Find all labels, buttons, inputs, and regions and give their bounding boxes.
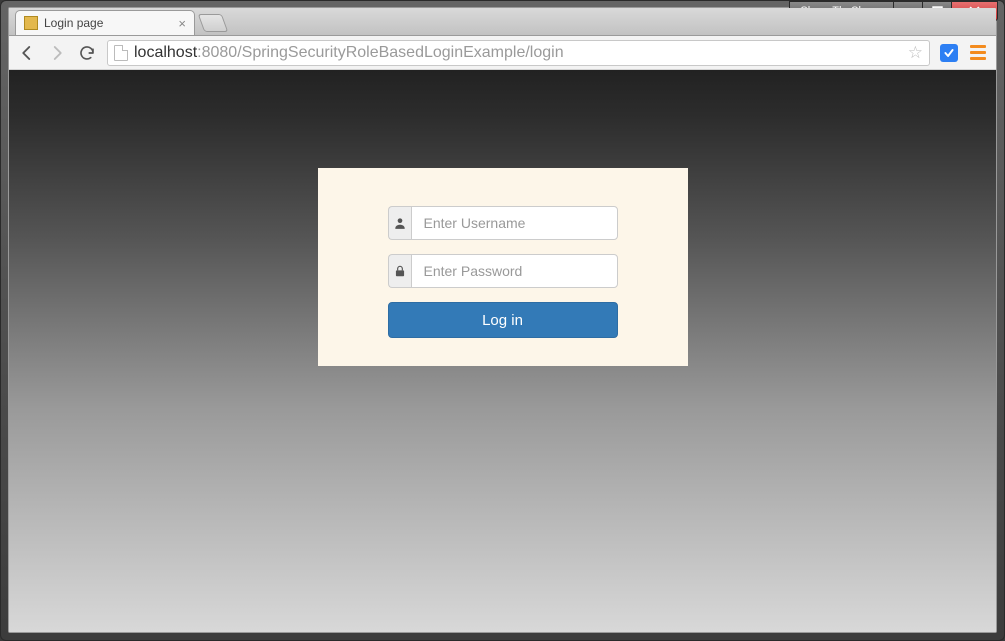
browser-tab[interactable]: Login page ×: [15, 10, 195, 35]
login-button[interactable]: Log in: [388, 302, 618, 338]
user-icon: [388, 206, 411, 240]
forward-button[interactable]: [47, 43, 67, 63]
password-group: [388, 254, 618, 288]
login-card: Log in: [318, 168, 688, 366]
tab-title: Login page: [44, 16, 103, 30]
browser-toolbar: localhost:8080/SpringSecurityRoleBasedLo…: [9, 36, 996, 70]
os-window-frame: ShaunTheSheep Login page ×: [0, 0, 1005, 641]
new-tab-button[interactable]: [198, 14, 229, 32]
page-icon: [114, 45, 128, 61]
back-button[interactable]: [17, 43, 37, 63]
favicon-icon: [24, 16, 38, 30]
password-input[interactable]: [411, 254, 618, 288]
chrome-menu-button[interactable]: [968, 43, 988, 62]
url-path: :8080/SpringSecurityRoleBasedLoginExampl…: [197, 44, 563, 61]
url-host: localhost: [134, 44, 197, 61]
browser-window: Login page × localhost:8080/SpringSecuri…: [8, 7, 997, 633]
username-group: [388, 206, 618, 240]
extension-button[interactable]: [940, 44, 958, 62]
tab-strip: Login page ×: [9, 8, 996, 36]
username-input[interactable]: [411, 206, 618, 240]
tab-close-button[interactable]: ×: [178, 16, 186, 31]
lock-icon: [388, 254, 411, 288]
url-text: localhost:8080/SpringSecurityRoleBasedLo…: [134, 44, 564, 62]
address-bar[interactable]: localhost:8080/SpringSecurityRoleBasedLo…: [107, 40, 930, 66]
reload-button[interactable]: [77, 43, 97, 63]
page-viewport: Log in: [9, 70, 996, 632]
bookmark-star-icon[interactable]: ☆: [908, 43, 923, 63]
